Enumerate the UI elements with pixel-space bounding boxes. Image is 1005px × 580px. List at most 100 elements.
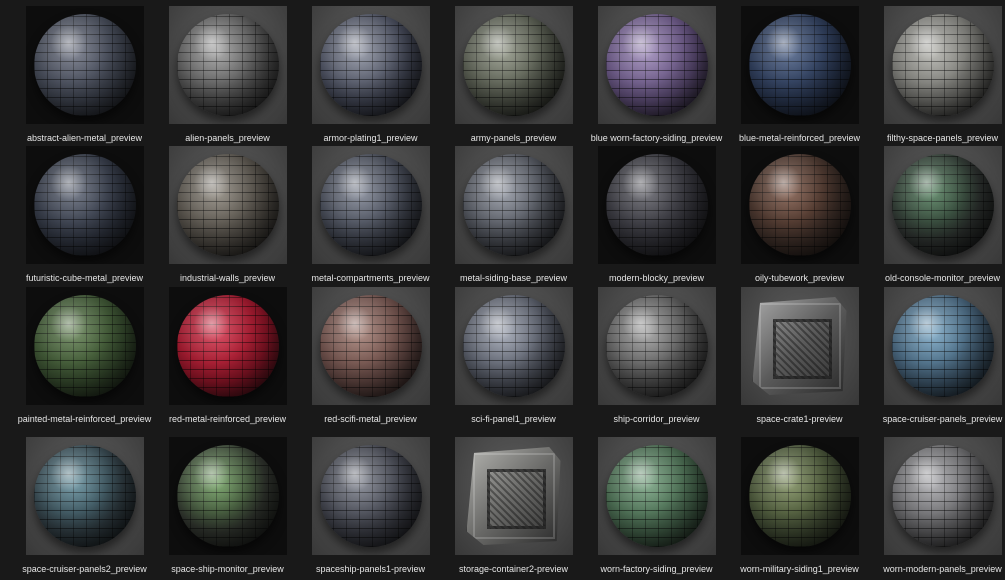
material-sphere-icon <box>33 14 136 116</box>
material-thumbnail[interactable] <box>883 437 1002 555</box>
material-thumbnail[interactable] <box>883 146 1002 264</box>
material-tile[interactable]: industrial-walls_preview <box>156 146 299 284</box>
material-tile[interactable]: painted-metal-reinforced_preview <box>13 287 156 425</box>
material-filename: space-crate1-preview <box>756 414 843 424</box>
material-filename: industrial-walls_preview <box>179 273 276 283</box>
material-sphere-icon <box>605 445 708 547</box>
material-thumbnail[interactable] <box>168 6 287 124</box>
material-thumbnail[interactable] <box>597 437 716 555</box>
material-tile[interactable]: futuristic-cube-metal_preview <box>13 146 156 284</box>
material-filename: futuristic-cube-metal_preview <box>25 273 144 283</box>
material-thumbnail[interactable] <box>454 6 573 124</box>
material-thumbnail[interactable] <box>168 287 287 405</box>
material-filename: metal-compartments_preview <box>311 273 430 283</box>
material-tile[interactable]: red-scifi-metal_preview <box>299 287 442 425</box>
material-thumbnail[interactable] <box>740 437 859 555</box>
material-tile[interactable]: space-ship-monitor_preview <box>156 437 299 575</box>
material-thumbnail[interactable] <box>740 146 859 264</box>
material-tile[interactable]: filthy-space-panels_preview <box>871 6 1005 144</box>
material-sphere-icon <box>462 154 565 256</box>
material-sphere-icon <box>319 14 422 116</box>
material-filename: alien-panels_preview <box>185 133 270 143</box>
material-sphere-icon <box>891 295 994 397</box>
material-thumbnail[interactable] <box>883 6 1002 124</box>
material-tile[interactable]: alien-panels_preview <box>156 6 299 144</box>
material-filename: painted-metal-reinforced_preview <box>17 414 152 424</box>
material-filename: spaceship-panels1-preview <box>315 564 426 574</box>
material-thumbnail[interactable] <box>25 146 144 264</box>
material-thumbnail[interactable] <box>168 146 287 264</box>
material-thumbnail[interactable] <box>168 437 287 555</box>
material-sphere-icon <box>176 445 279 547</box>
material-sphere-icon <box>891 445 994 547</box>
material-sphere-icon <box>748 445 851 547</box>
material-filename: metal-siding-base_preview <box>459 273 568 283</box>
material-filename: modern-blocky_preview <box>608 273 705 283</box>
material-thumbnail[interactable] <box>740 287 859 405</box>
material-sphere-icon <box>891 14 994 116</box>
material-tile[interactable]: metal-compartments_preview <box>299 146 442 284</box>
material-filename: abstract-alien-metal_preview <box>26 133 143 143</box>
material-tile[interactable]: blue-metal-reinforced_preview <box>728 6 871 144</box>
material-thumbnail[interactable] <box>311 287 430 405</box>
material-tile[interactable]: sci-fi-panel1_preview <box>442 287 585 425</box>
material-filename: blue worn-factory-siding_preview <box>590 133 723 143</box>
material-tile[interactable]: old-console-monitor_preview <box>871 146 1005 284</box>
material-sphere-icon <box>33 154 136 256</box>
material-filename: space-cruiser-panels2_preview <box>22 564 147 574</box>
material-filename: space-ship-monitor_preview <box>171 564 284 574</box>
material-thumbnail[interactable] <box>883 287 1002 405</box>
material-tile[interactable]: red-metal-reinforced_preview <box>156 287 299 425</box>
material-filename: worn-military-siding1_preview <box>740 564 859 574</box>
material-sphere-icon <box>176 295 279 397</box>
material-tile[interactable]: worn-factory-siding_preview <box>585 437 728 575</box>
material-tile[interactable]: ship-corridor_preview <box>585 287 728 425</box>
material-tile[interactable]: worn-military-siding1_preview <box>728 437 871 575</box>
material-filename: red-metal-reinforced_preview <box>168 414 287 424</box>
material-thumbnail[interactable] <box>597 6 716 124</box>
material-tile[interactable]: abstract-alien-metal_preview <box>13 6 156 144</box>
material-tile[interactable]: space-cruiser-panels2_preview <box>13 437 156 575</box>
material-tile[interactable]: storage-container2-preview <box>442 437 585 575</box>
material-thumbnail[interactable] <box>25 6 144 124</box>
material-thumbnail[interactable] <box>597 287 716 405</box>
material-thumbnail[interactable] <box>597 146 716 264</box>
material-filename: ship-corridor_preview <box>613 414 700 424</box>
material-sphere-icon <box>605 14 708 116</box>
material-tile[interactable]: space-cruiser-panels_preview <box>871 287 1005 425</box>
material-tile[interactable]: blue worn-factory-siding_preview <box>585 6 728 144</box>
material-thumbnail[interactable] <box>25 287 144 405</box>
material-filename: filthy-space-panels_preview <box>886 133 999 143</box>
material-sphere-icon <box>748 154 851 256</box>
material-tile[interactable]: worn-modern-panels_preview <box>871 437 1005 575</box>
material-sphere-icon <box>33 295 136 397</box>
material-tile[interactable]: spaceship-panels1-preview <box>299 437 442 575</box>
material-filename: armor-plating1_preview <box>323 133 418 143</box>
material-thumbnail[interactable] <box>311 437 430 555</box>
material-thumbnail[interactable] <box>454 287 573 405</box>
material-thumbnail[interactable] <box>311 146 430 264</box>
material-thumbnail[interactable] <box>740 6 859 124</box>
material-cube-icon <box>752 297 847 395</box>
material-tile[interactable]: armor-plating1_preview <box>299 6 442 144</box>
material-filename: sci-fi-panel1_preview <box>471 414 556 424</box>
material-sphere-icon <box>176 14 279 116</box>
material-tile[interactable]: army-panels_preview <box>442 6 585 144</box>
material-filename: red-scifi-metal_preview <box>324 414 417 424</box>
material-thumbnail[interactable] <box>25 437 144 555</box>
material-thumbnail[interactable] <box>311 6 430 124</box>
material-filename: old-console-monitor_preview <box>884 273 1001 283</box>
material-sphere-icon <box>891 154 994 256</box>
material-thumbnail[interactable] <box>454 146 573 264</box>
material-tile[interactable]: oily-tubework_preview <box>728 146 871 284</box>
material-filename: worn-modern-panels_preview <box>883 564 1002 574</box>
material-thumbnail[interactable] <box>454 437 573 555</box>
material-sphere-icon <box>319 154 422 256</box>
material-filename: worn-factory-siding_preview <box>600 564 713 574</box>
material-tile[interactable]: space-crate1-preview <box>728 287 871 425</box>
material-sphere-icon <box>319 295 422 397</box>
material-tile[interactable]: modern-blocky_preview <box>585 146 728 284</box>
material-sphere-icon <box>33 445 136 547</box>
material-tile[interactable]: metal-siding-base_preview <box>442 146 585 284</box>
material-sphere-icon <box>462 14 565 116</box>
